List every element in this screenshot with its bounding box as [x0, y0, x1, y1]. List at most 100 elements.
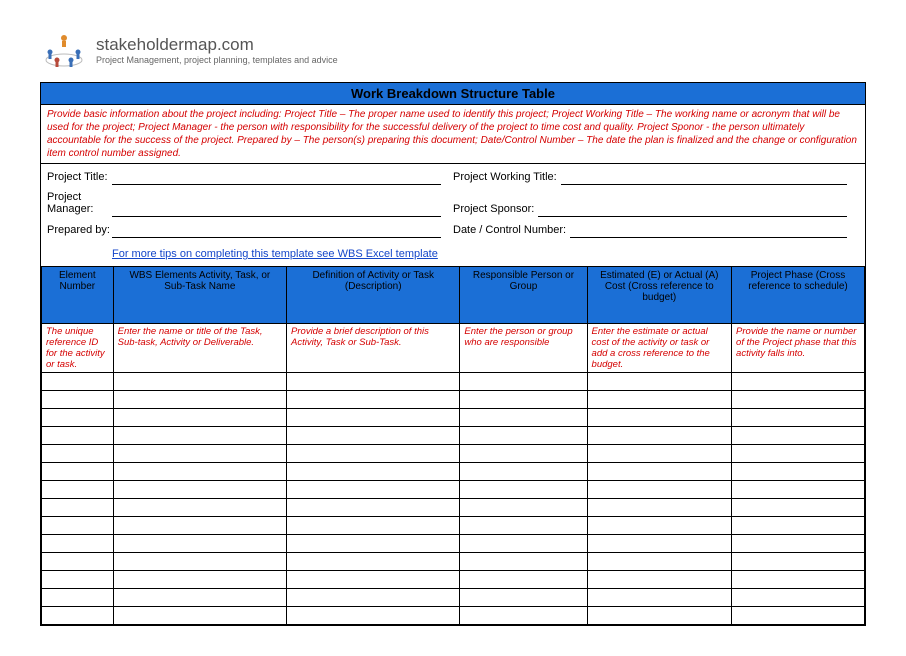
- table-cell[interactable]: [587, 391, 731, 409]
- table-cell[interactable]: [42, 445, 114, 463]
- project-manager-input[interactable]: [112, 202, 441, 217]
- helper-responsible: Enter the person or group who are respon…: [460, 324, 587, 373]
- table-cell[interactable]: [113, 373, 286, 391]
- table-cell[interactable]: [587, 517, 731, 535]
- table-row: [42, 391, 865, 409]
- table-cell[interactable]: [113, 517, 286, 535]
- table-cell[interactable]: [287, 535, 460, 553]
- table-cell[interactable]: [287, 409, 460, 427]
- table-cell[interactable]: [460, 571, 587, 589]
- table-cell[interactable]: [287, 445, 460, 463]
- table-cell[interactable]: [113, 553, 286, 571]
- table-cell[interactable]: [587, 571, 731, 589]
- table-cell[interactable]: [460, 427, 587, 445]
- table-cell[interactable]: [113, 571, 286, 589]
- table-cell[interactable]: [287, 607, 460, 625]
- table-cell[interactable]: [732, 481, 865, 499]
- col-responsible: Responsible Person or Group: [460, 267, 587, 324]
- table-cell[interactable]: [42, 481, 114, 499]
- table-cell[interactable]: [287, 571, 460, 589]
- table-cell[interactable]: [42, 463, 114, 481]
- table-cell[interactable]: [42, 499, 114, 517]
- table-cell[interactable]: [113, 409, 286, 427]
- table-cell[interactable]: [42, 535, 114, 553]
- table-cell[interactable]: [287, 499, 460, 517]
- table-cell[interactable]: [732, 373, 865, 391]
- table-cell[interactable]: [287, 481, 460, 499]
- table-cell[interactable]: [732, 607, 865, 625]
- document-frame: Work Breakdown Structure Table Provide b…: [40, 82, 866, 626]
- table-cell[interactable]: [587, 481, 731, 499]
- table-cell[interactable]: [287, 391, 460, 409]
- table-cell[interactable]: [42, 391, 114, 409]
- table-cell[interactable]: [460, 373, 587, 391]
- table-cell[interactable]: [587, 463, 731, 481]
- table-cell[interactable]: [732, 391, 865, 409]
- table-cell[interactable]: [113, 427, 286, 445]
- table-cell[interactable]: [287, 589, 460, 607]
- table-cell[interactable]: [42, 373, 114, 391]
- table-cell[interactable]: [113, 463, 286, 481]
- table-cell[interactable]: [42, 589, 114, 607]
- table-cell[interactable]: [42, 607, 114, 625]
- table-cell[interactable]: [113, 535, 286, 553]
- brand-header: stakeholdermap.com Project Management, p…: [40, 30, 866, 70]
- table-cell[interactable]: [42, 409, 114, 427]
- date-control-input[interactable]: [570, 223, 847, 238]
- table-cell[interactable]: [287, 463, 460, 481]
- sponsor-input[interactable]: [538, 202, 847, 217]
- table-cell[interactable]: [287, 427, 460, 445]
- table-cell[interactable]: [732, 589, 865, 607]
- table-cell[interactable]: [460, 409, 587, 427]
- table-cell[interactable]: [460, 445, 587, 463]
- table-cell[interactable]: [587, 607, 731, 625]
- table-cell[interactable]: [460, 535, 587, 553]
- table-cell[interactable]: [732, 445, 865, 463]
- table-cell[interactable]: [732, 427, 865, 445]
- table-cell[interactable]: [42, 517, 114, 535]
- table-cell[interactable]: [113, 589, 286, 607]
- table-row: [42, 589, 865, 607]
- table-cell[interactable]: [732, 499, 865, 517]
- table-cell[interactable]: [42, 571, 114, 589]
- table-cell[interactable]: [732, 517, 865, 535]
- table-cell[interactable]: [113, 391, 286, 409]
- working-title-input[interactable]: [561, 170, 847, 185]
- table-cell[interactable]: [460, 481, 587, 499]
- table-cell[interactable]: [113, 607, 286, 625]
- table-row: [42, 553, 865, 571]
- table-cell[interactable]: [113, 445, 286, 463]
- table-cell[interactable]: [42, 427, 114, 445]
- table-cell[interactable]: [460, 517, 587, 535]
- table-cell[interactable]: [460, 391, 587, 409]
- table-cell[interactable]: [587, 499, 731, 517]
- date-control-label: Date / Control Number:: [453, 224, 566, 238]
- table-cell[interactable]: [460, 463, 587, 481]
- table-cell[interactable]: [460, 607, 587, 625]
- table-cell[interactable]: [460, 553, 587, 571]
- table-cell[interactable]: [287, 373, 460, 391]
- table-cell[interactable]: [587, 553, 731, 571]
- table-cell[interactable]: [113, 499, 286, 517]
- table-cell[interactable]: [732, 409, 865, 427]
- table-cell[interactable]: [732, 463, 865, 481]
- table-cell[interactable]: [42, 553, 114, 571]
- tips-link[interactable]: For more tips on completing this templat…: [112, 248, 438, 260]
- table-cell[interactable]: [587, 535, 731, 553]
- prepared-by-input[interactable]: [112, 223, 441, 238]
- table-cell[interactable]: [460, 589, 587, 607]
- project-title-input[interactable]: [112, 170, 441, 185]
- table-cell[interactable]: [587, 373, 731, 391]
- table-cell[interactable]: [732, 571, 865, 589]
- table-cell[interactable]: [587, 445, 731, 463]
- table-cell[interactable]: [587, 427, 731, 445]
- table-cell[interactable]: [113, 481, 286, 499]
- table-cell[interactable]: [287, 517, 460, 535]
- table-cell[interactable]: [732, 553, 865, 571]
- col-phase: Project Phase (Cross reference to schedu…: [732, 267, 865, 324]
- table-cell[interactable]: [460, 499, 587, 517]
- table-cell[interactable]: [587, 409, 731, 427]
- table-cell[interactable]: [732, 535, 865, 553]
- table-cell[interactable]: [287, 553, 460, 571]
- table-cell[interactable]: [587, 589, 731, 607]
